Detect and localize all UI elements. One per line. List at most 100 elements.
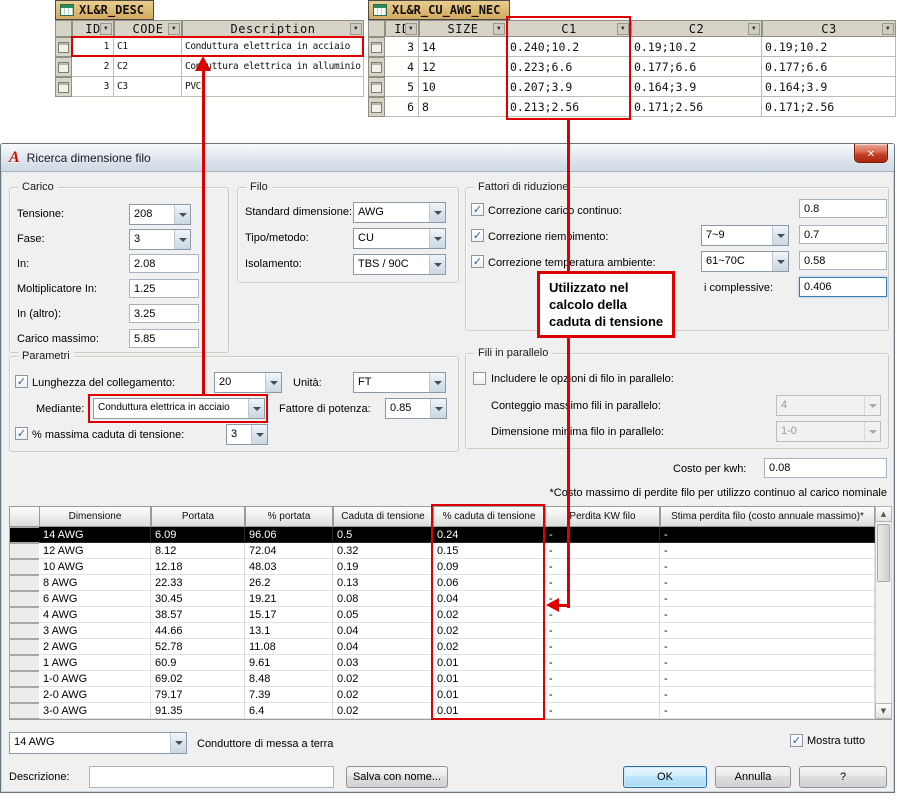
descrizione-field[interactable] <box>89 766 334 788</box>
grid-cell[interactable]: 48.03 <box>245 559 333 575</box>
filter-dropdown-icon[interactable]: ▼ <box>493 23 505 35</box>
grid-row-selector[interactable] <box>9 527 40 543</box>
fase-combo[interactable]: 3 <box>129 229 191 250</box>
grid-cell[interactable]: 0.04 <box>333 639 433 655</box>
mostra-tutto-checkbox[interactable]: ✓ <box>790 734 803 747</box>
grid-row-selector[interactable] <box>9 575 40 591</box>
costo-field[interactable]: 0.08 <box>764 458 887 478</box>
grid-cell[interactable]: 91.35 <box>151 703 245 719</box>
grid-cell[interactable]: 9.61 <box>245 655 333 671</box>
sheet-cell[interactable]: PVC <box>182 77 364 97</box>
temperatura-field[interactable]: 0.58 <box>799 251 887 270</box>
grid-cell[interactable]: - <box>545 671 660 687</box>
grid-cell[interactable]: - <box>660 623 875 639</box>
caduta-combo[interactable]: 3 <box>226 424 268 445</box>
filter-dropdown-icon[interactable]: ▼ <box>748 23 760 35</box>
standard-dimensione-combo[interactable]: AWG <box>353 202 446 223</box>
sheet-row-selector[interactable] <box>55 37 72 57</box>
grid-cell[interactable]: - <box>545 623 660 639</box>
grid-cell[interactable]: 0.02 <box>333 671 433 687</box>
tipo-metodo-combo[interactable]: CU <box>353 228 446 249</box>
help-button[interactable]: ? <box>799 766 887 788</box>
sheet-cell[interactable]: 12 <box>419 57 507 77</box>
grid-cell[interactable]: 0.02 <box>333 703 433 719</box>
sheet-cell[interactable]: 14 <box>419 37 507 57</box>
in-altro-field[interactable]: 3.25 <box>129 304 199 323</box>
salva-con-nome-button[interactable]: Salva con nome... <box>346 766 448 788</box>
grid-cell[interactable]: 0.19 <box>333 559 433 575</box>
caduta-checkbox[interactable]: ✓ <box>15 427 28 440</box>
grid-cell[interactable]: 26.2 <box>245 575 333 591</box>
moltiplicatore-field[interactable]: 1.25 <box>129 279 199 298</box>
grid-cell[interactable]: 12 AWG <box>39 543 151 559</box>
sheet-column-header[interactable]: C3 ▼ <box>762 20 896 37</box>
chevron-down-icon[interactable] <box>429 373 445 392</box>
grid-cell[interactable]: 3-0 AWG <box>39 703 151 719</box>
grid-cell[interactable]: - <box>545 575 660 591</box>
grid-row-selector[interactable] <box>9 559 40 575</box>
grid-cell[interactable]: 30.45 <box>151 591 245 607</box>
grid-cell[interactable]: 4 AWG <box>39 607 151 623</box>
grid-cell[interactable]: - <box>660 591 875 607</box>
grid-cell[interactable]: - <box>545 687 660 703</box>
chevron-down-icon[interactable] <box>772 252 788 271</box>
filter-dropdown-icon[interactable]: ▼ <box>350 23 362 35</box>
sheet-cell[interactable]: C3 <box>114 77 182 97</box>
sheet-cell[interactable]: 0.177;6.6 <box>631 57 762 77</box>
grid-cell[interactable]: - <box>660 671 875 687</box>
correzione-riempimento-checkbox[interactable]: ✓ <box>471 229 484 242</box>
sheet-column-header[interactable]: SIZE ▼ <box>419 20 507 37</box>
grid-column-header[interactable]: Stima perdita filo (costo annuale massim… <box>660 506 875 527</box>
grid-cell[interactable]: 0.32 <box>333 543 433 559</box>
chevron-down-icon[interactable] <box>174 230 190 249</box>
correzione-carico-continuo-checkbox[interactable]: ✓ <box>471 203 484 216</box>
grid-row-selector[interactable] <box>9 639 40 655</box>
grid-cell[interactable]: 6.09 <box>151 527 245 543</box>
grid-cell[interactable]: 10 AWG <box>39 559 151 575</box>
grid-row-selector[interactable] <box>9 687 40 703</box>
grid-cell[interactable]: 15.17 <box>245 607 333 623</box>
sheet-column-header[interactable]: CODE ▼ <box>114 20 182 37</box>
sheet-cell[interactable]: 0.177;6.6 <box>762 57 896 77</box>
grid-cell[interactable]: 44.66 <box>151 623 245 639</box>
sheet-row-selector[interactable] <box>368 37 385 57</box>
ground-size-combo[interactable]: 14 AWG <box>9 732 187 754</box>
scroll-down-icon[interactable]: ▼ <box>875 703 892 719</box>
sheet-cell[interactable]: 0.164;3.9 <box>762 77 896 97</box>
grid-row-selector[interactable] <box>9 671 40 687</box>
grid-row-selector[interactable] <box>9 591 40 607</box>
grid-cell[interactable]: 6.4 <box>245 703 333 719</box>
grid-cell[interactable]: 6 AWG <box>39 591 151 607</box>
grid-cell[interactable]: 11.08 <box>245 639 333 655</box>
grid-cell[interactable]: - <box>660 687 875 703</box>
sheet-row-selector[interactable] <box>368 57 385 77</box>
sheet-cell[interactable]: 0.164;3.9 <box>631 77 762 97</box>
grid-cell[interactable]: 60.9 <box>151 655 245 671</box>
sheet-row-selector[interactable] <box>55 57 72 77</box>
carico-massimo-field[interactable]: 5.85 <box>129 329 199 348</box>
grid-row-selector[interactable] <box>9 703 40 719</box>
grid-cell[interactable]: 14 AWG <box>39 527 151 543</box>
grid-cell[interactable]: 0.5 <box>333 527 433 543</box>
sheet-column-header[interactable]: ID ▼ <box>385 20 419 37</box>
grid-cell[interactable]: - <box>545 655 660 671</box>
chevron-down-icon[interactable] <box>265 373 281 392</box>
chevron-down-icon[interactable] <box>174 205 190 224</box>
isolamento-combo[interactable]: TBS / 90C <box>353 254 446 275</box>
grid-cell[interactable]: 0.13 <box>333 575 433 591</box>
grid-cell[interactable]: 8 AWG <box>39 575 151 591</box>
chevron-down-icon[interactable] <box>429 255 445 274</box>
grid-cell[interactable]: 79.17 <box>151 687 245 703</box>
grid-cell[interactable]: 13.1 <box>245 623 333 639</box>
grid-cell[interactable]: 2 AWG <box>39 639 151 655</box>
grid-cell[interactable]: - <box>545 639 660 655</box>
sheet-row-selector[interactable] <box>55 77 72 97</box>
grid-cell[interactable]: 22.33 <box>151 575 245 591</box>
scroll-up-icon[interactable]: ▲ <box>875 506 892 522</box>
grid-cell[interactable]: 7.39 <box>245 687 333 703</box>
sheet-cell[interactable]: 3 <box>72 77 114 97</box>
temperatura-combo[interactable]: 61~70C <box>701 251 789 272</box>
sheet-cell[interactable]: 2 <box>72 57 114 77</box>
grid-cell[interactable]: 96.06 <box>245 527 333 543</box>
grid-cell[interactable]: 3 AWG <box>39 623 151 639</box>
